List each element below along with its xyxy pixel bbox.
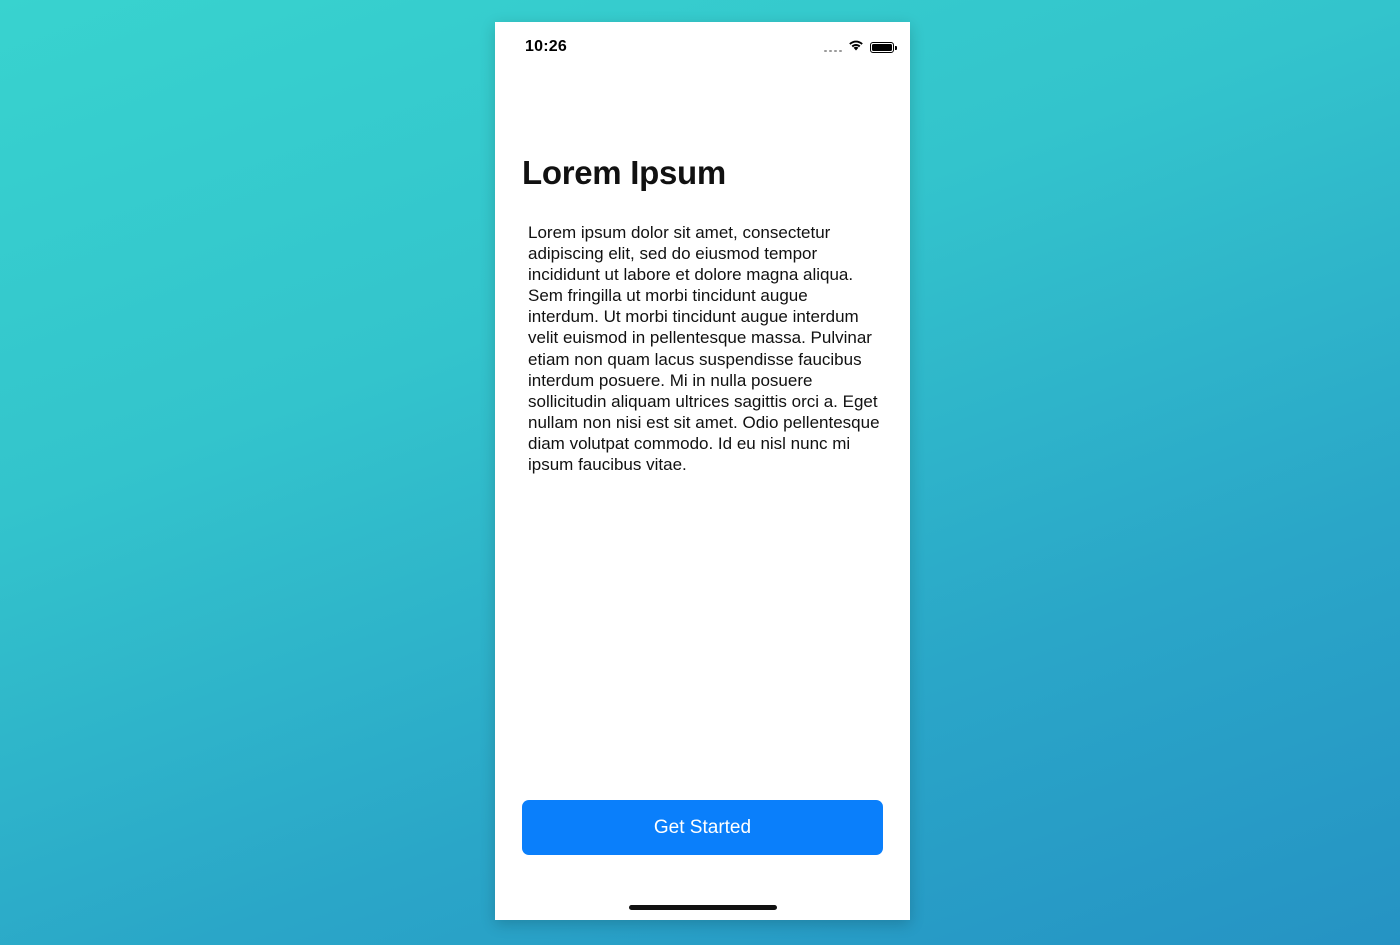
- status-bar: 10:26: [495, 22, 910, 72]
- home-indicator[interactable]: [629, 905, 777, 910]
- get-started-button[interactable]: Get Started: [522, 800, 883, 855]
- phone-screen: 10:26 Lorem Ipsum Lorem ipsum dolor sit …: [495, 22, 910, 920]
- body-text: Lorem ipsum dolor sit amet, consectetur …: [528, 223, 880, 475]
- cellular-signal-icon: [824, 42, 842, 52]
- status-icons: [824, 38, 897, 56]
- status-time: 10:26: [525, 38, 567, 55]
- page-title: Lorem Ipsum: [522, 154, 726, 191]
- battery-icon: [870, 41, 897, 53]
- wifi-icon: [848, 38, 864, 56]
